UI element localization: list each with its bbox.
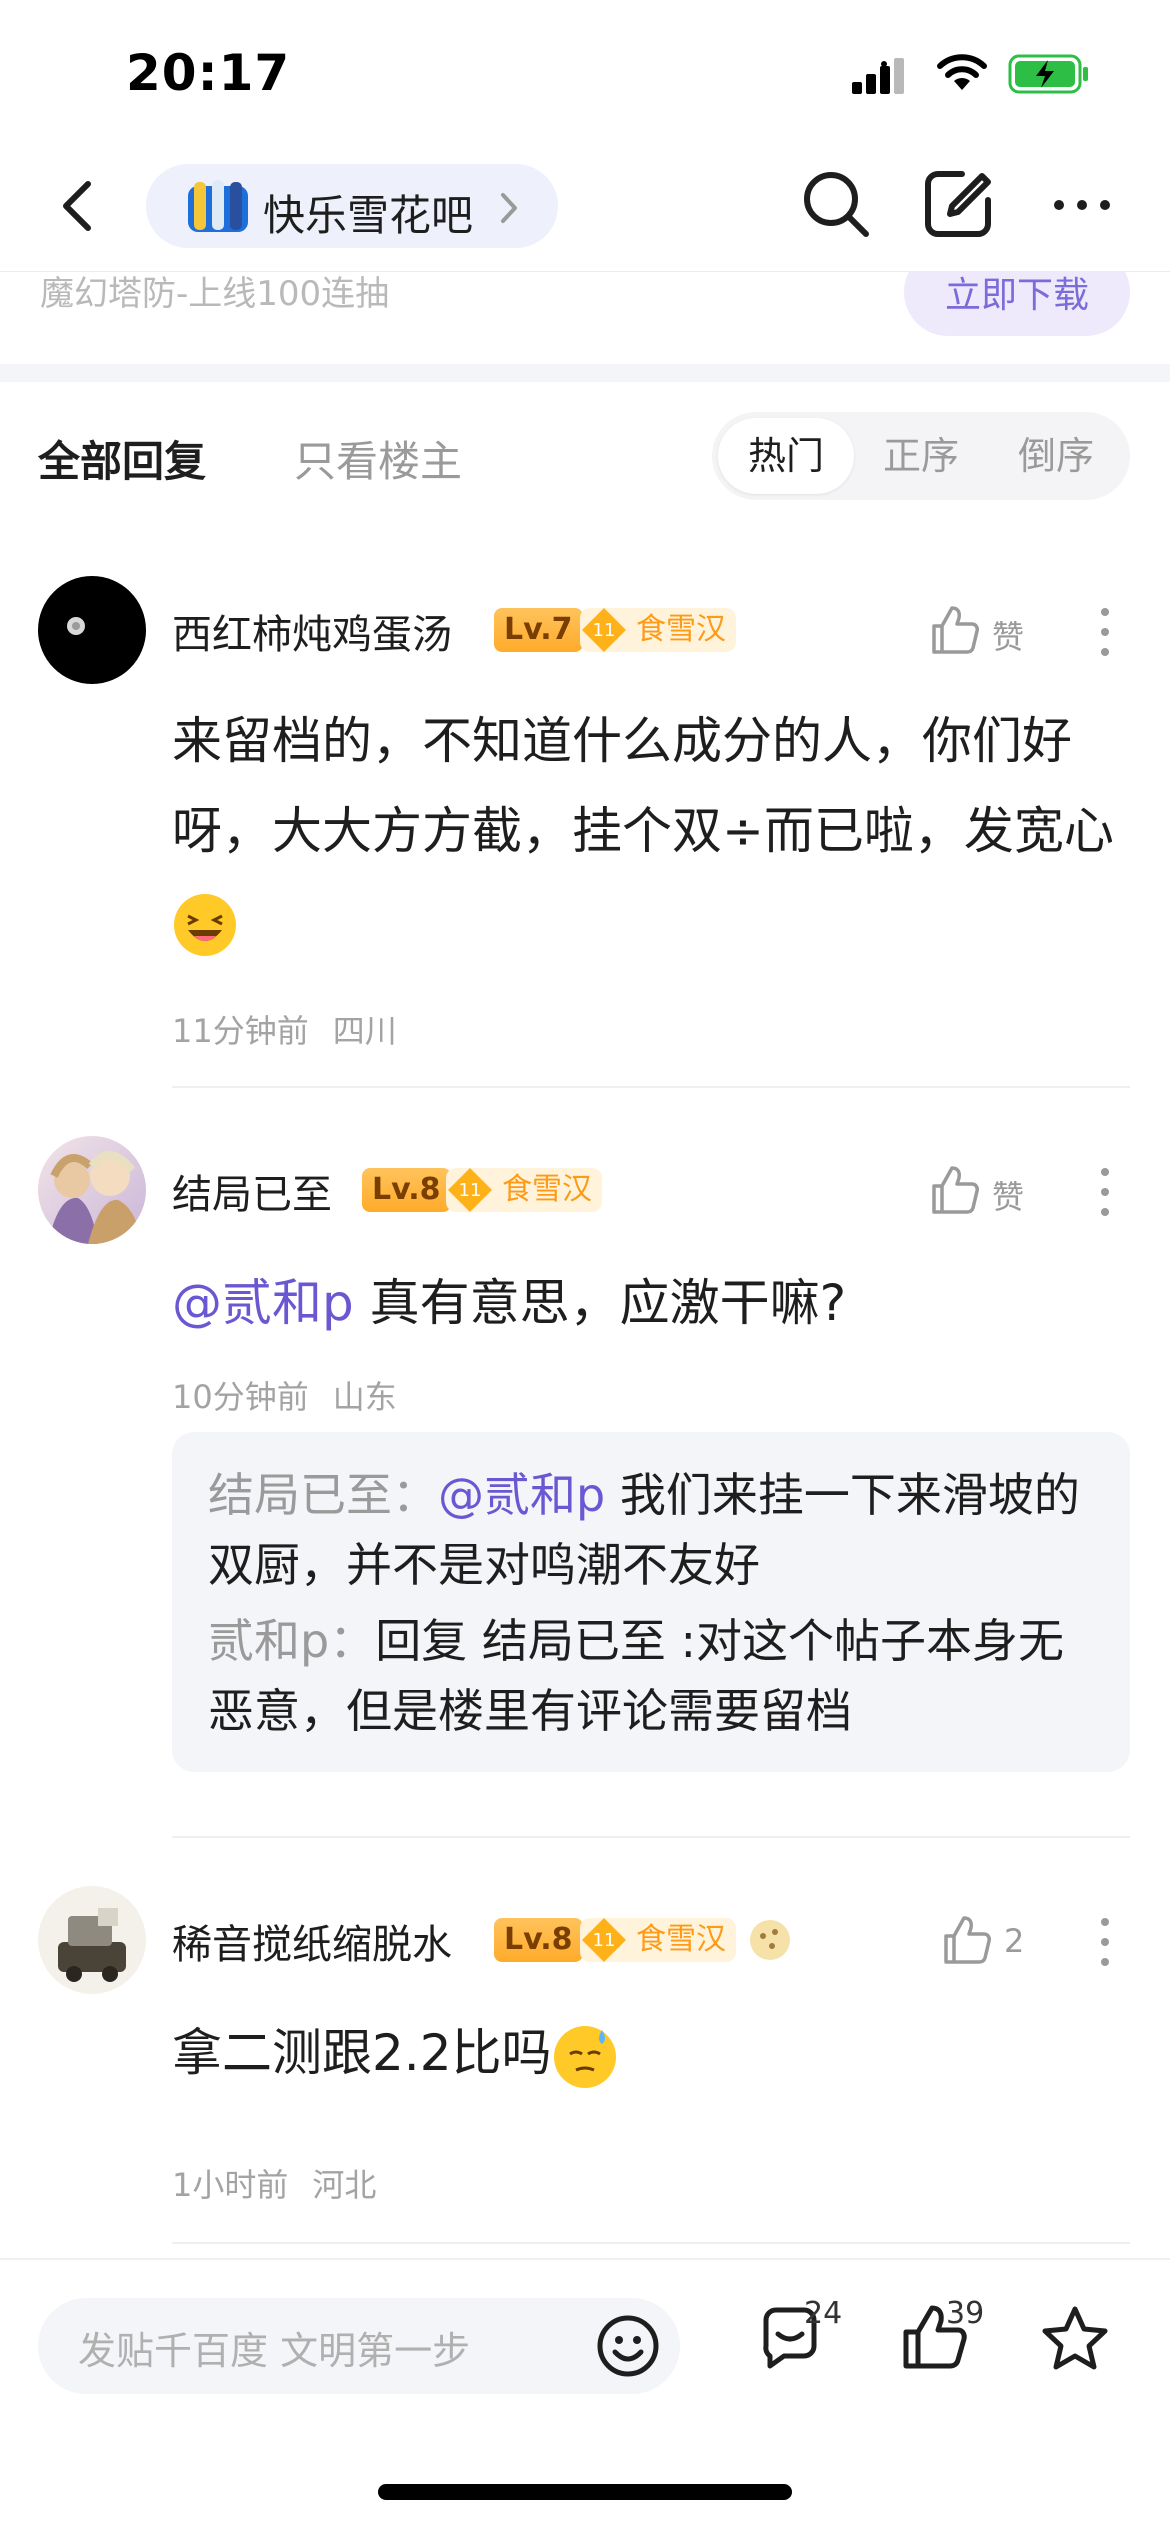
- comment-text: 拿二测跟2.2比吗: [172, 2008, 1132, 2098]
- like-button[interactable]: 赞: [928, 1162, 1048, 1222]
- emoji-picker-icon[interactable]: [594, 2312, 662, 2380]
- ad-banner[interactable]: 魔幻塔防-上线100连抽 立即下载: [0, 272, 1170, 364]
- cellular-signal-icon: [852, 58, 904, 94]
- level-badge: Lv.7: [494, 608, 583, 652]
- comment-divider: [172, 1836, 1130, 1838]
- sort-toggle: 热门 正序 倒序: [712, 412, 1130, 500]
- nav-divider: [0, 271, 1170, 272]
- status-time: 20:17: [126, 44, 291, 102]
- comment-text: @贰和p 真有意思，应激干嘛?: [172, 1274, 847, 1332]
- svg-text:11: 11: [459, 1180, 482, 1201]
- thumbs-up-icon: [944, 1916, 991, 1964]
- search-icon[interactable]: [800, 168, 872, 240]
- more-options-icon[interactable]: [1090, 602, 1120, 662]
- tab-all-replies[interactable]: 全部回复: [38, 428, 206, 489]
- title-diamond-icon: 11: [582, 608, 626, 652]
- comment-meta: 11分钟前 四川: [172, 1012, 397, 1050]
- ad-text: 魔幻塔防-上线100连抽: [40, 274, 390, 314]
- comment-count: 24: [804, 2296, 843, 2331]
- comment-divider: [172, 2242, 1130, 2244]
- reply-input[interactable]: 发贴千百度 文明第一步: [38, 2298, 680, 2394]
- avatar[interactable]: [38, 1136, 146, 1244]
- thumbs-up-icon: [932, 1166, 979, 1214]
- sub-reply: 结局已至：@贰和p 我们来挂一下来滑坡的双厨，并不是对鸣潮不友好: [208, 1468, 1080, 1592]
- sub-reply: 贰和p：回复 结局已至 :对这个帖子本身无恶意，但是楼里有评论需要留档: [208, 1614, 1064, 1738]
- cookie-badge-icon: [750, 1920, 790, 1960]
- like-count: 2: [1004, 1922, 1025, 1960]
- comment-meta: 10分钟前 山东: [172, 1378, 397, 1416]
- more-options-icon[interactable]: [1090, 1912, 1120, 1972]
- star-icon[interactable]: [1040, 2304, 1110, 2372]
- like-button[interactable]: 赞: [928, 602, 1048, 662]
- sweat-emoji-icon: [553, 2025, 616, 2088]
- nav-bar: 快乐雪花吧: [0, 150, 1170, 272]
- chevron-right-icon: [501, 193, 517, 223]
- sort-descending[interactable]: 倒序: [988, 418, 1124, 494]
- forum-logo-icon: [188, 180, 248, 232]
- title-badge: 11 食雪汉: [446, 1168, 602, 1212]
- status-bar: 20:17: [0, 0, 1170, 150]
- avatar[interactable]: [38, 576, 146, 684]
- like-button[interactable]: 2: [940, 1912, 1060, 1972]
- comment-text: 来留档的，不知道什么成分的人，你们好呀，大大方方截，挂个双÷而已啦，发宽心: [172, 696, 1132, 966]
- title-badge: 11 食雪汉: [580, 1918, 736, 1962]
- avatar[interactable]: [38, 1886, 146, 1994]
- title-text: 食雪汉: [636, 612, 726, 647]
- like-label: 赞: [992, 1178, 1025, 1216]
- title-text: 食雪汉: [636, 1922, 726, 1957]
- title-text: 食雪汉: [502, 1172, 592, 1207]
- like-count: 39: [946, 2296, 985, 2331]
- filter-bar: 全部回复 只看楼主 热门 正序 倒序: [0, 382, 1170, 532]
- forum-link[interactable]: 快乐雪花吧: [146, 164, 558, 248]
- comment-author[interactable]: 结局已至: [172, 1162, 332, 1220]
- more-options-icon[interactable]: [1090, 1162, 1120, 1222]
- comment-author[interactable]: 西红柿炖鸡蛋汤: [172, 602, 452, 660]
- forum-name: 快乐雪花吧: [263, 191, 474, 240]
- like-label: 赞: [992, 618, 1025, 656]
- back-arrow-icon[interactable]: [52, 170, 102, 242]
- more-icon[interactable]: [1052, 198, 1112, 212]
- sort-ascending[interactable]: 正序: [853, 418, 989, 494]
- home-indicator: [378, 2484, 792, 2500]
- laughing-emoji-icon: [174, 893, 236, 956]
- title-diamond-icon: 11: [582, 1918, 626, 1962]
- compose-icon[interactable]: [922, 168, 994, 240]
- comment-divider: [172, 1086, 1130, 1088]
- reply-placeholder: 发贴千百度 文明第一步: [78, 2329, 471, 2373]
- sub-replies[interactable]: 结局已至：@贰和p 我们来挂一下来滑坡的双厨，并不是对鸣潮不友好 贰和p：回复 …: [172, 1432, 1130, 1772]
- comment-meta: 1小时前 河北: [172, 2166, 377, 2204]
- mention-link[interactable]: @贰和p: [172, 1274, 354, 1332]
- battery-icon: [1008, 54, 1088, 94]
- wifi-icon: [937, 54, 987, 90]
- svg-text:11: 11: [593, 1930, 616, 1951]
- thumbs-up-icon: [932, 606, 979, 654]
- comment-author[interactable]: 稀音搅纸缩脱水: [172, 1912, 452, 1970]
- sort-hot[interactable]: 热门: [718, 418, 854, 494]
- title-badge: 11 食雪汉: [580, 608, 736, 652]
- section-gap: [0, 364, 1170, 382]
- title-diamond-icon: 11: [448, 1168, 492, 1212]
- svg-text:11: 11: [593, 620, 616, 641]
- level-badge: Lv.8: [362, 1168, 451, 1212]
- tab-only-op[interactable]: 只看楼主: [294, 428, 462, 489]
- level-badge: Lv.8: [494, 1918, 583, 1962]
- ad-download-button[interactable]: 立即下载: [904, 272, 1130, 336]
